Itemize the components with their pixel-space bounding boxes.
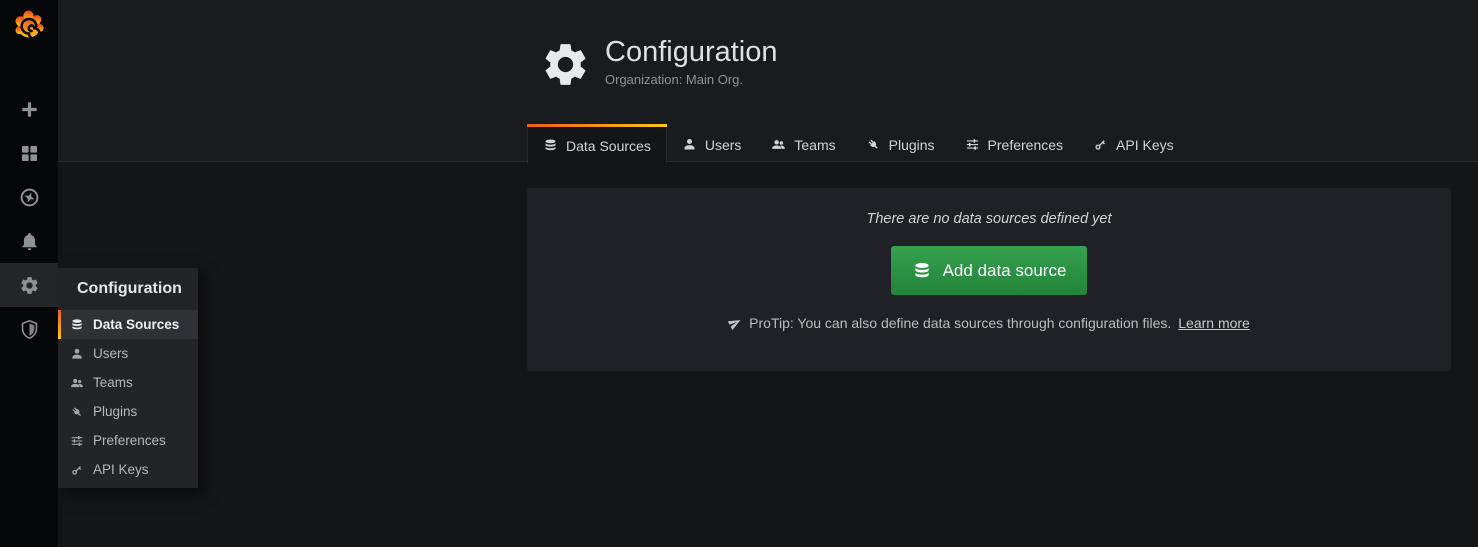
tab-bar: Data Sources Users Teams Plugins Prefere…	[527, 126, 1189, 163]
key-icon	[70, 463, 84, 477]
empty-state-message: There are no data sources defined yet	[866, 211, 1111, 227]
configuration-flyout-menu: Configuration Data Sources Users Teams P…	[58, 268, 198, 488]
database-icon	[70, 318, 84, 332]
flyout-item-users[interactable]: Users	[58, 339, 198, 368]
flyout-item-label: Users	[93, 346, 128, 361]
page-title-block: Configuration Organization: Main Org.	[540, 36, 778, 90]
flyout-item-label: Data Sources	[93, 317, 179, 332]
user-icon	[682, 137, 697, 152]
dashboards-grid-icon	[19, 143, 40, 164]
learn-more-link[interactable]: Learn more	[1178, 315, 1250, 331]
tab-api-keys[interactable]: API Keys	[1078, 126, 1189, 163]
tab-label: API Keys	[1116, 137, 1174, 153]
gear-icon	[19, 275, 40, 296]
flyout-item-teams[interactable]: Teams	[58, 368, 198, 397]
plug-icon	[866, 137, 881, 152]
add-data-source-button[interactable]: Add data source	[891, 246, 1088, 295]
data-sources-panel: There are no data sources defined yet Ad…	[527, 188, 1451, 371]
flyout-item-data-sources[interactable]: Data Sources	[58, 310, 198, 339]
tab-label: Preferences	[988, 137, 1063, 153]
tab-data-sources[interactable]: Data Sources	[527, 126, 667, 164]
tab-preferences[interactable]: Preferences	[950, 126, 1078, 163]
add-data-source-label: Add data source	[943, 261, 1067, 281]
flyout-item-api-keys[interactable]: API Keys	[58, 455, 198, 484]
flyout-item-label: Plugins	[93, 404, 137, 419]
sidebar-spacer	[0, 48, 58, 87]
plug-icon	[70, 405, 84, 419]
database-icon	[912, 261, 932, 281]
tab-plugins[interactable]: Plugins	[851, 126, 950, 163]
tab-label: Teams	[794, 137, 835, 153]
grafana-logo[interactable]	[0, 0, 58, 48]
tab-label: Plugins	[889, 137, 935, 153]
users-icon	[70, 376, 84, 390]
flyout-item-plugins[interactable]: Plugins	[58, 397, 198, 426]
compass-icon	[19, 187, 40, 208]
user-icon	[70, 347, 84, 361]
sidebar-item-configuration[interactable]	[0, 263, 58, 307]
plus-icon	[19, 99, 40, 120]
sliders-icon	[70, 434, 84, 448]
database-icon	[543, 138, 558, 153]
flyout-item-label: API Keys	[93, 462, 149, 477]
tab-label: Users	[705, 137, 742, 153]
flyout-item-label: Teams	[93, 375, 133, 390]
flyout-item-label: Preferences	[93, 433, 166, 448]
gear-icon	[540, 39, 591, 90]
tab-users[interactable]: Users	[667, 126, 757, 163]
bell-icon	[19, 231, 40, 252]
sidebar-item-create[interactable]	[0, 87, 58, 131]
sliders-icon	[965, 137, 980, 152]
sidebar-item-explore[interactable]	[0, 175, 58, 219]
flyout-title[interactable]: Configuration	[58, 268, 198, 310]
protip-text: ProTip: You can also define data sources…	[749, 315, 1171, 331]
protip-line: ProTip: You can also define data sources…	[728, 315, 1250, 331]
sidebar-item-server-admin[interactable]	[0, 307, 58, 351]
tab-label: Data Sources	[566, 138, 651, 154]
key-icon	[1093, 137, 1108, 152]
sidebar-item-alerting[interactable]	[0, 219, 58, 263]
flyout-item-preferences[interactable]: Preferences	[58, 426, 198, 455]
page-subtitle: Organization: Main Org.	[605, 72, 778, 87]
sidebar	[0, 0, 58, 547]
users-icon	[771, 137, 786, 152]
tab-teams[interactable]: Teams	[756, 126, 850, 163]
rocket-icon	[728, 316, 742, 330]
sidebar-item-dashboards[interactable]	[0, 131, 58, 175]
page-title: Configuration	[605, 36, 778, 69]
shield-icon	[19, 319, 40, 340]
